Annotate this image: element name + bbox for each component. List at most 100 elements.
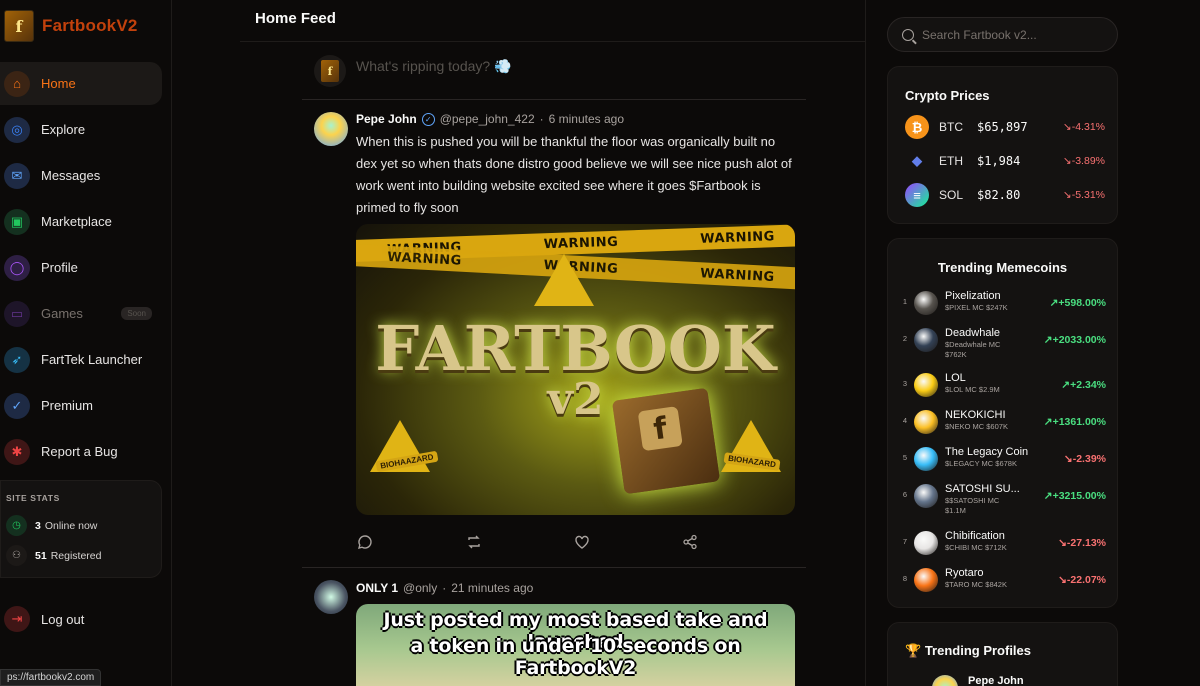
memecoin-ticker-mc: $NEKO MC $607K [945, 422, 1008, 431]
sidebar-item-games: ▭ Games Soon [0, 292, 162, 335]
crypto-row[interactable]: ₿ BTC $65,897 ↘-4.31% [905, 115, 1105, 139]
sidebar-item-home[interactable]: ⌂ Home [0, 62, 162, 105]
sidebar-item-marketplace[interactable]: ▣ Marketplace [0, 200, 162, 243]
badge-check-icon: ✓ [4, 392, 30, 419]
logout-label: Log out [41, 611, 85, 627]
trending-memecoins-title: Trending Memecoins [937, 260, 1068, 275]
home-feed: Home Feed f What's ripping today? 💨 Pepe… [240, 0, 866, 686]
memecoin-ticker-mc: $LEGACY MC $678K [945, 459, 1017, 468]
warning-text: WARNING [543, 234, 619, 252]
sidebar-item-label: Messages [41, 168, 101, 183]
warning-text: WARNING [386, 249, 463, 269]
memecoin-ticker-mc: $LOL MC $2.9M [945, 385, 1000, 394]
memecoin-change: ↗+598.00% [1049, 297, 1106, 309]
post-handle[interactable]: @only [403, 581, 437, 595]
book-icon: f [611, 387, 721, 495]
registered-label: Registered [50, 549, 102, 562]
online-label: Online now [44, 519, 98, 532]
eth-coin-icon: ◆ [912, 153, 922, 168]
warning-text: WARNING [699, 265, 776, 285]
post-image[interactable]: WARNING WARNING WARNING WARNING WARNING … [356, 224, 795, 515]
memecoin-avatar [914, 447, 938, 471]
verified-badge-icon: ✓ [421, 112, 435, 126]
app-root: f FartbookV2 ⌂ Home ◎ Explore ✉ Messages ▣ Mark… [0, 0, 1200, 686]
crypto-row[interactable]: ≡ SOL $82.80 ↘-5.31% [905, 183, 1105, 207]
post-author-name[interactable]: Pepe John [356, 112, 417, 126]
memecoin-rank: 7 [902, 537, 908, 546]
memecoin-row[interactable]: 2 Deadwhale $Deadwhale MC $762K ↗+2033.00% [900, 325, 1106, 359]
trending-memecoins-card: Trending Memecoins 1 Pixelization $PIXEL M… [887, 238, 1118, 608]
memecoin-rank: 6 [902, 490, 908, 499]
memecoin-name: SATOSHI SU... [945, 483, 1020, 495]
memecoin-name: Ryotaro [945, 567, 984, 579]
post-handle[interactable]: @pepe_john_422 [440, 112, 535, 126]
soon-badge: Soon [121, 307, 152, 320]
composer-input[interactable]: What's ripping today? 💨 [356, 58, 512, 75]
memecoin-rank: 1 [902, 297, 908, 306]
trending-profiles-header: 🏆 Trending Profiles [905, 643, 1031, 659]
sidebar-item-profile[interactable]: ◯ Profile [0, 246, 162, 289]
separator-dot: · [539, 112, 544, 126]
memecoin-rank: 5 [902, 453, 908, 462]
memecoin-change: ↘-27.13% [1058, 537, 1106, 549]
home-icon: ⌂ [4, 70, 30, 97]
sidebar-item-label: Explore [41, 122, 86, 137]
repost-icon[interactable] [465, 533, 483, 551]
mail-icon: ✉ [4, 162, 30, 189]
composer-avatar[interactable]: f [314, 55, 346, 87]
sidebar-nav: ⌂ Home ◎ Explore ✉ Messages ▣ Marketplace ◯ Profi… [0, 62, 162, 476]
divider [302, 99, 806, 100]
clock-icon: ◷ [6, 515, 27, 536]
memecoin-name: The Legacy Coin [945, 446, 1029, 458]
post-header: ONLY 1 @only · 21 minutes ago [356, 581, 533, 595]
share-icon[interactable] [681, 533, 699, 551]
sidebar-item-label: Premium [41, 398, 94, 413]
crypto-row[interactable]: ◆ ETH $1,984 ↘-3.89% [905, 149, 1105, 173]
site-stats-title: SITE STATS [6, 493, 60, 503]
page-title: Home Feed [255, 10, 336, 27]
search-icon [902, 28, 914, 41]
memecoin-avatar [914, 291, 938, 315]
post-header: Pepe John ✓ @pepe_john_422 · 6 minutes a… [356, 112, 624, 126]
memecoin-row[interactable]: 5 The Legacy Coin $LEGACY MC $678K ↘-2.39% [900, 444, 1106, 474]
sidebar-item-label: Marketplace [41, 214, 112, 229]
sidebar-item-label: Report a Bug [41, 444, 118, 459]
post-avatar[interactable] [314, 112, 348, 146]
brand[interactable]: f FartbookV2 [4, 10, 138, 42]
memecoin-row[interactable]: 6 SATOSHI SU... $$SATOSHI MC $1.1M ↗+3215.0… [900, 481, 1106, 515]
comment-icon[interactable] [356, 533, 374, 551]
post-avatar[interactable] [314, 580, 348, 614]
like-heart-icon[interactable] [573, 533, 591, 551]
online-stat: ◷ 3 Online now [6, 515, 97, 536]
post-image[interactable]: Just posted my most based take and launc… [356, 604, 795, 686]
memecoin-row[interactable]: 8 Ryotaro $TARO MC $842K ↘-22.07% [900, 565, 1106, 595]
status-url-tooltip: ps://fartbookv2.com [0, 669, 102, 686]
memecoin-change: ↗+3215.00% [1043, 490, 1106, 502]
crypto-prices-card: Crypto Prices ₿ BTC $65,897 ↘-4.31% ◆ ETH $1,9… [887, 66, 1118, 224]
search-placeholder: Search Fartbook v2... [922, 27, 1037, 42]
separator-dot: · [442, 581, 447, 595]
crypto-prices-title: Crypto Prices [905, 88, 990, 103]
sidebar-item-farttek-launcher[interactable]: ➶ FartTek Launcher [0, 338, 162, 381]
sidebar-item-messages[interactable]: ✉ Messages [0, 154, 162, 197]
coin-symbol: SOL [939, 188, 964, 202]
post-author-name[interactable]: ONLY 1 [356, 581, 398, 595]
sidebar-item-premium[interactable]: ✓ Premium [0, 384, 162, 427]
memecoin-row[interactable]: 3 LOL $LOL MC $2.9M ↗+2.34% [900, 370, 1106, 400]
registered-stat: ⚇ 51 Registered [6, 545, 101, 566]
divider [302, 567, 806, 568]
btc-coin-icon: ₿ [905, 115, 929, 139]
memecoin-row[interactable]: 4 NEKOKICHI $NEKO MC $607K ↗+1361.00% [900, 407, 1106, 437]
logout-button[interactable]: ⇥ Log out [4, 606, 84, 632]
sidebar-item-explore[interactable]: ◎ Explore [0, 108, 162, 151]
memecoin-change: ↘-2.39% [1063, 453, 1106, 465]
post-time: 6 minutes ago [548, 112, 625, 126]
memecoin-name: Deadwhale [945, 327, 1001, 339]
profile-name[interactable]: Pepe John [968, 675, 1024, 686]
profile-avatar[interactable] [932, 675, 958, 686]
memecoin-row[interactable]: 7 Chibification $CHIBI MC $712K ↘-27.13% [900, 528, 1106, 558]
memecoin-row[interactable]: 1 Pixelization $PIXEL MC $247K ↗+598.00% [900, 288, 1106, 318]
sidebar-item-report-a-bug[interactable]: ✱ Report a Bug [0, 430, 162, 473]
memecoin-rank: 8 [902, 574, 908, 583]
search-input[interactable]: Search Fartbook v2... [887, 17, 1118, 52]
